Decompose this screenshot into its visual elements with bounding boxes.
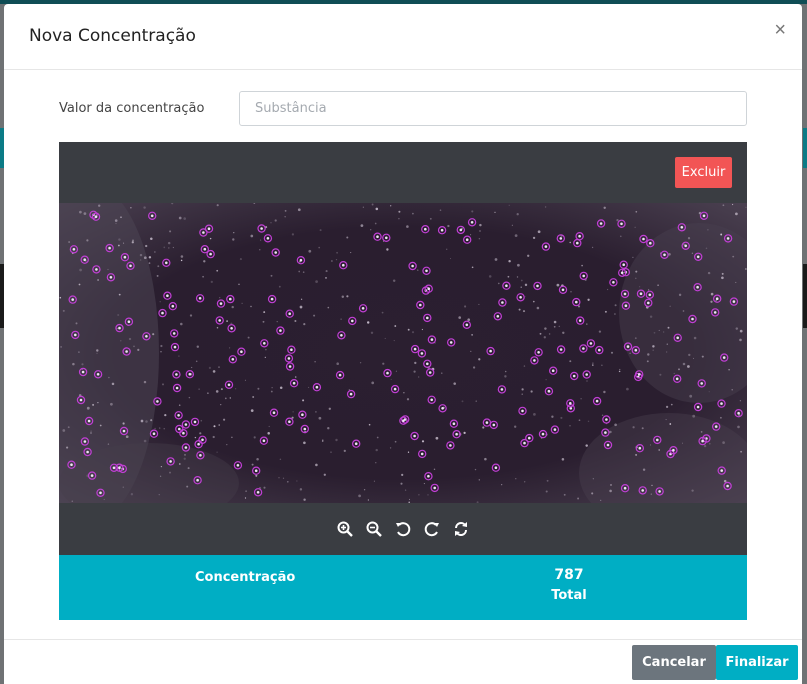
- image-viewer: Excluir Concentração 787 Total: [59, 142, 747, 620]
- summary-label: Concentração: [195, 570, 296, 585]
- rotate-left-icon[interactable]: [394, 520, 412, 538]
- zoom-in-icon[interactable]: [336, 520, 354, 538]
- zoom-out-icon[interactable]: [365, 520, 383, 538]
- backdrop-strip: [803, 264, 807, 328]
- close-icon[interactable]: ×: [774, 20, 786, 40]
- concentration-field-row: Valor da concentração: [4, 91, 802, 127]
- backdrop-strip: [803, 128, 807, 168]
- modal-footer: Cancelar Finalizar: [4, 639, 802, 684]
- rotate-right-icon[interactable]: [423, 520, 441, 538]
- finish-button[interactable]: Finalizar: [716, 645, 798, 680]
- reset-icon[interactable]: [452, 520, 470, 538]
- substance-input[interactable]: [239, 91, 747, 126]
- summary-count: 787: [554, 567, 584, 583]
- microscope-image[interactable]: [59, 203, 747, 503]
- viewer-tools: [59, 503, 747, 555]
- concentration-summary: Concentração 787 Total: [59, 555, 747, 620]
- concentration-label: Valor da concentração: [59, 101, 205, 116]
- particle-image-canvas: [59, 203, 747, 503]
- viewer-toolbar-top: Excluir: [59, 142, 747, 203]
- modal-header: Nova Concentração ×: [4, 4, 802, 70]
- modal-dialog: Nova Concentração × Valor da concentraçã…: [4, 4, 802, 684]
- cancel-button[interactable]: Cancelar: [632, 645, 716, 680]
- delete-button[interactable]: Excluir: [675, 157, 732, 188]
- modal-title: Nova Concentração: [29, 26, 196, 46]
- summary-total-label: Total: [551, 588, 587, 603]
